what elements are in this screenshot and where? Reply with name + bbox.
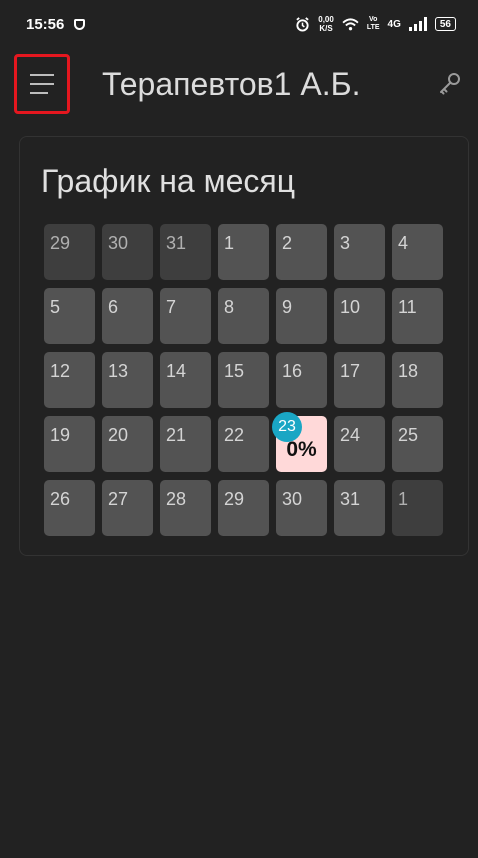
day-number: 31	[340, 489, 361, 509]
calendar-day[interactable]: 27	[102, 480, 153, 536]
day-number: 30	[108, 233, 129, 253]
calendar-day[interactable]: 4	[392, 224, 443, 280]
day-number: 22	[224, 425, 245, 445]
day-number: 19	[50, 425, 71, 445]
alarm-icon	[296, 16, 309, 32]
key-button[interactable]	[436, 70, 464, 98]
net-speed-unit: K/S	[319, 24, 333, 33]
day-number: 1	[224, 233, 235, 253]
day-number: 18	[398, 361, 419, 381]
calendar-day[interactable]: 30	[102, 224, 153, 280]
day-number: 24	[340, 425, 361, 445]
status-bar: 15:56 0,00 K/S Vo LTE 4G 56	[0, 0, 478, 48]
day-number: 26	[50, 489, 71, 509]
shield-icon	[74, 18, 86, 30]
day-number: 6	[108, 297, 119, 317]
calendar-day[interactable]: 26	[44, 480, 95, 536]
calendar-day-today[interactable]: 23 0%	[272, 412, 327, 472]
day-number: 25	[398, 425, 419, 445]
day-number: 9	[282, 297, 293, 317]
calendar-day[interactable]: 6	[102, 288, 153, 344]
day-number: 15	[224, 361, 245, 381]
day-number: 17	[340, 361, 361, 381]
calendar-day[interactable]: 14	[160, 352, 211, 408]
menu-button[interactable]	[14, 54, 70, 114]
app-title: Терапевтов1 А.Б.	[102, 66, 361, 102]
day-number: 14	[166, 361, 187, 381]
day-number: 8	[224, 297, 235, 317]
schedule-card: График на месяц 29 30 31 1 2 3 4 5 6 7 8 9 10 11 12 13 1…	[19, 136, 469, 556]
wifi-icon	[342, 17, 359, 30]
day-number: 11	[398, 297, 417, 317]
calendar-day[interactable]: 29	[44, 224, 95, 280]
day-number: 30	[282, 489, 303, 509]
day-number: 10	[340, 297, 361, 317]
schedule-title: График на месяц	[41, 163, 296, 199]
battery-icon: 56	[434, 17, 456, 31]
calendar-day[interactable]: 7	[160, 288, 211, 344]
day-number: 12	[50, 361, 71, 381]
day-number: 1	[398, 489, 409, 509]
calendar-day[interactable]: 28	[160, 480, 211, 536]
net-speed-value: 0,00	[318, 15, 334, 24]
key-icon	[440, 73, 460, 95]
day-number: 7	[166, 297, 177, 317]
network-type: 4G	[387, 18, 401, 30]
day-number: 28	[166, 489, 187, 509]
calendar-day[interactable]: 5	[44, 288, 95, 344]
calendar-day[interactable]: 15	[218, 352, 269, 408]
day-number: 3	[340, 233, 351, 253]
calendar-day[interactable]: 21	[160, 416, 211, 472]
day-number: 27	[108, 489, 129, 509]
volte-top: Vo	[368, 16, 378, 23]
calendar-day[interactable]: 25	[392, 416, 443, 472]
calendar-day[interactable]: 8	[218, 288, 269, 344]
calendar-day[interactable]: 29	[218, 480, 269, 536]
battery-level: 56	[439, 18, 451, 30]
day-number: 2	[282, 233, 293, 253]
day-number: 4	[398, 233, 409, 253]
volte-bottom: LTE	[366, 24, 380, 31]
signal-icon	[408, 17, 427, 31]
calendar-day[interactable]: 1	[392, 480, 443, 536]
calendar-day[interactable]: 24	[334, 416, 385, 472]
net-speed: 0,00 K/S	[318, 15, 334, 33]
day-number: 31	[166, 233, 187, 253]
calendar-day[interactable]: 12	[44, 352, 95, 408]
calendar-day[interactable]: 2	[276, 224, 327, 280]
day-number: 29	[224, 489, 245, 509]
day-number: 13	[108, 361, 129, 381]
calendar-grid: 29 30 31 1 2 3 4 5 6 7 8 9 10 11 12 13 14 15 16 17 18 19 20 21 2…	[44, 224, 443, 536]
calendar-day[interactable]: 20	[102, 416, 153, 472]
app-bar: Терапевтов1 А.Б.	[0, 48, 478, 124]
calendar-day[interactable]: 10	[334, 288, 385, 344]
calendar-day[interactable]: 31	[334, 480, 385, 536]
screen: 15:56 0,00 K/S Vo LTE 4G 56 Терапевтов1 …	[0, 0, 478, 858]
hamburger-menu-icon	[30, 74, 54, 94]
calendar-day[interactable]: 16	[276, 352, 327, 408]
calendar-day[interactable]: 18	[392, 352, 443, 408]
status-right: 0,00 K/S Vo LTE 4G 56	[295, 15, 456, 33]
calendar-day[interactable]: 11	[392, 288, 443, 344]
calendar-day[interactable]: 9	[276, 288, 327, 344]
volte-indicator: Vo LTE	[367, 16, 380, 32]
calendar-day[interactable]: 19	[44, 416, 95, 472]
day-number: 16	[282, 361, 303, 381]
calendar-day[interactable]: 31	[160, 224, 211, 280]
day-number: 5	[50, 297, 61, 317]
status-left: 15:56	[26, 15, 86, 33]
calendar-day[interactable]: 1	[218, 224, 269, 280]
day-number: 20	[108, 425, 129, 445]
day-number: 21	[166, 425, 187, 445]
calendar-day[interactable]: 17	[334, 352, 385, 408]
calendar-day[interactable]: 3	[334, 224, 385, 280]
today-percent: 0%	[286, 438, 317, 461]
calendar-day[interactable]: 30	[276, 480, 327, 536]
day-number: 29	[50, 233, 71, 253]
calendar-day[interactable]: 13	[102, 352, 153, 408]
calendar-day[interactable]: 22	[218, 416, 269, 472]
status-time: 15:56	[26, 15, 65, 33]
